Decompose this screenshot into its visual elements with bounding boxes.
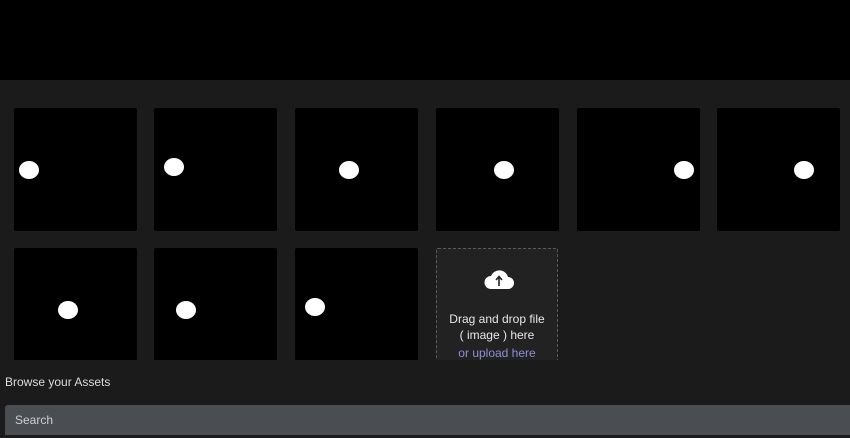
asset-thumbnail[interactable] bbox=[436, 108, 559, 231]
asset-thumbnail[interactable] bbox=[14, 248, 137, 360]
asset-thumbnail[interactable] bbox=[295, 248, 418, 360]
asset-thumbnail[interactable] bbox=[717, 108, 840, 231]
asset-grid-panel: Drag and drop file ( image ) here or upl… bbox=[0, 80, 850, 360]
white-dot bbox=[305, 298, 325, 316]
browse-assets-title: Browse your Assets bbox=[5, 375, 111, 389]
dropzone-instructions: Drag and drop file ( image ) here bbox=[437, 311, 557, 343]
white-dot bbox=[58, 301, 78, 319]
top-bar bbox=[0, 0, 850, 80]
white-dot bbox=[164, 158, 184, 176]
asset-thumbnail[interactable] bbox=[577, 108, 700, 231]
white-dot bbox=[339, 161, 359, 179]
dropzone-line-2: ( image ) here bbox=[459, 328, 535, 342]
upload-link-line: or upload here bbox=[437, 345, 557, 360]
white-dot bbox=[176, 301, 196, 319]
white-dot bbox=[19, 161, 39, 179]
or-text: or bbox=[458, 346, 473, 360]
upload-here-link[interactable]: upload here bbox=[472, 346, 535, 360]
dropzone-line-1: Drag and drop file bbox=[449, 312, 545, 326]
asset-thumbnail[interactable] bbox=[295, 108, 418, 231]
browse-assets-section: Browse your Assets bbox=[0, 360, 850, 438]
upload-dropzone[interactable]: Drag and drop file ( image ) here or upl… bbox=[436, 248, 558, 360]
asset-thumbnail[interactable] bbox=[14, 108, 137, 231]
asset-thumbnail[interactable] bbox=[154, 108, 277, 231]
cloud-upload-icon bbox=[484, 270, 514, 289]
white-dot bbox=[674, 161, 694, 179]
white-dot bbox=[794, 161, 814, 179]
white-dot bbox=[494, 161, 514, 179]
asset-thumbnail[interactable] bbox=[154, 248, 277, 360]
asset-search-input[interactable] bbox=[5, 405, 850, 435]
